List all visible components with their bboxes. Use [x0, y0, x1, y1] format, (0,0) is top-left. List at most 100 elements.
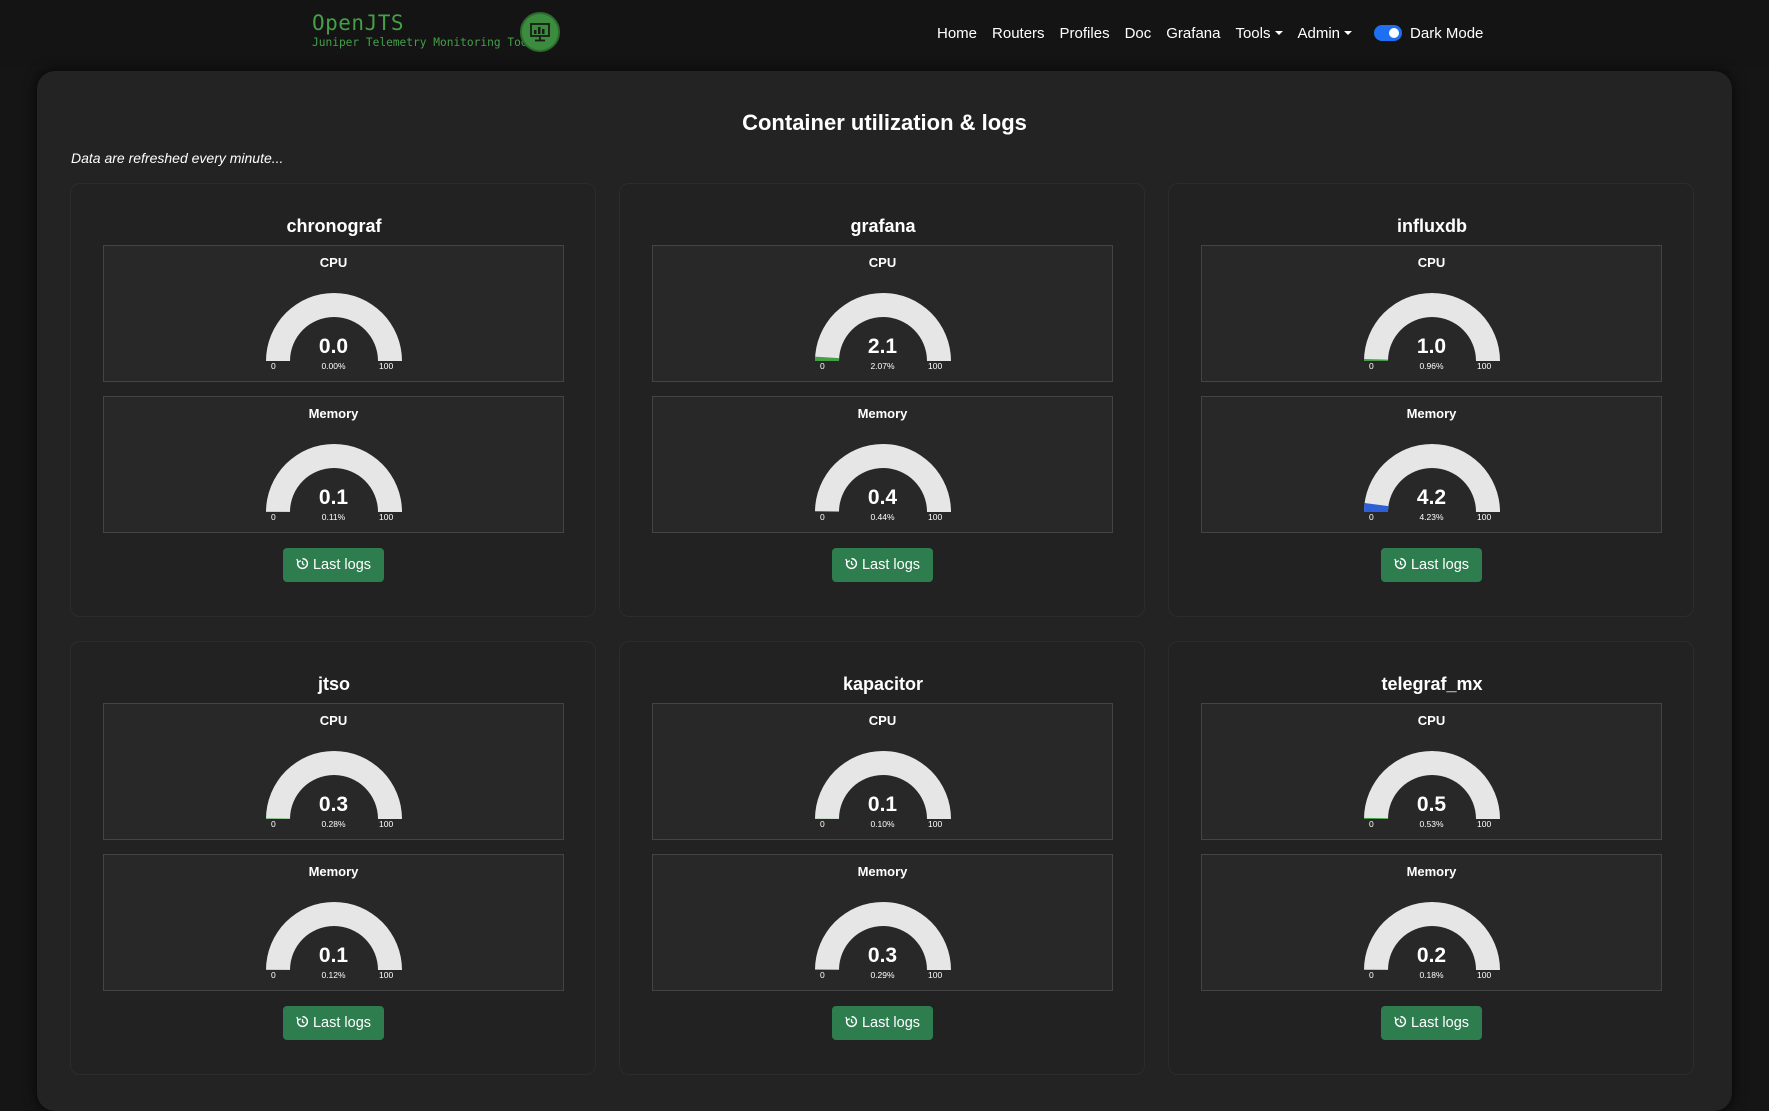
- nav-tools-dropdown[interactable]: Tools: [1235, 25, 1282, 42]
- cpu-panel: CPU 2.1 2.07%0 100: [652, 245, 1113, 382]
- memory-panel: Memory0.30.29%0100: [652, 854, 1113, 991]
- container-name: grafana: [620, 216, 1146, 237]
- cpu-panel: CPU 0.1 0.10%0 100: [652, 703, 1113, 840]
- nav-admin-dropdown[interactable]: Admin: [1298, 25, 1353, 42]
- container-card: kapacitorCPU0.10.10%0100Memory0.30.29%01…: [619, 641, 1145, 1075]
- nav-doc[interactable]: Doc: [1125, 25, 1152, 42]
- container-name: influxdb: [1169, 216, 1695, 237]
- cpu-panel-title: CPU: [653, 255, 1112, 270]
- monitor-chart-icon[interactable]: [520, 12, 560, 52]
- cpu-panel: CPU1.00.96%0100: [1201, 245, 1662, 382]
- caret-down-icon: [1275, 31, 1283, 35]
- gauge-min-label: 0: [1369, 361, 1374, 371]
- memory-panel: Memory4.24.23%0100: [1201, 396, 1662, 533]
- memory-panel: Memory0.40.44%0100: [652, 396, 1113, 533]
- cpu-panel-title: CPU: [1202, 713, 1661, 728]
- gauge-max-label: 100: [1477, 970, 1491, 980]
- last-logs-button[interactable]: Last logs: [832, 548, 933, 582]
- gauge-min-label: 0: [271, 361, 276, 371]
- history-icon: [296, 1015, 309, 1032]
- memory-percent: 4.23%: [1202, 512, 1661, 522]
- memory-panel: Memory0.10.12%0100: [103, 854, 564, 991]
- toggle-knob: [1389, 28, 1399, 38]
- caret-down-icon: [1344, 31, 1352, 35]
- last-logs-button[interactable]: Last logs: [1381, 1006, 1482, 1040]
- gauge-min-label: 0: [271, 970, 276, 980]
- cpu-value: 0.3: [104, 793, 563, 817]
- memory-panel: Memory0.20.18%0100: [1201, 854, 1662, 991]
- last-logs-label: Last logs: [1411, 1015, 1469, 1031]
- cpu-panel: CPU 0.0 0.00%0 100: [103, 245, 564, 382]
- gauge-min-label: 0: [820, 970, 825, 980]
- memory-percent: 0.29%: [653, 970, 1112, 980]
- cpu-percent: 0.96%: [1202, 361, 1661, 371]
- container-name: telegraf_mx: [1169, 674, 1695, 695]
- memory-panel-title: Memory: [1202, 864, 1661, 879]
- cpu-percent: 2.07%: [653, 361, 1112, 371]
- history-icon: [296, 557, 309, 574]
- memory-panel-title: Memory: [104, 864, 563, 879]
- gauge-min-label: 0: [1369, 970, 1374, 980]
- last-logs-label: Last logs: [862, 1015, 920, 1031]
- cpu-value: 0.1: [653, 793, 1112, 817]
- navbar: OpenJTS Juniper Telemetry Monitoring Too…: [0, 0, 1769, 66]
- memory-percent: 0.11%: [104, 512, 563, 522]
- last-logs-button[interactable]: Last logs: [1381, 548, 1482, 582]
- memory-percent: 0.18%: [1202, 970, 1661, 980]
- cpu-panel-title: CPU: [104, 713, 563, 728]
- container-card: jtsoCPU0.30.28%0100Memory0.10.12%0100Las…: [70, 641, 596, 1075]
- container-card: grafanaCPU2.12.07%0100Memory0.40.44%0100…: [619, 183, 1145, 617]
- cpu-percent: 0.00%: [104, 361, 563, 371]
- gauge-max-label: 100: [1477, 361, 1491, 371]
- gauge-min-label: 0: [271, 819, 276, 829]
- cpu-panel-title: CPU: [1202, 255, 1661, 270]
- memory-value: 0.1: [104, 944, 563, 968]
- gauge-max-label: 100: [928, 361, 942, 371]
- container-card: chronografCPU0.00.00%0100Memory0.10.11%0…: [70, 183, 596, 617]
- memory-percent: 0.12%: [104, 970, 563, 980]
- nav-profiles[interactable]: Profiles: [1060, 25, 1110, 42]
- container-name: kapacitor: [620, 674, 1146, 695]
- main-nav: Home Routers Profiles Doc Grafana Tools …: [937, 22, 1483, 44]
- nav-tools-label: Tools: [1235, 25, 1270, 42]
- gauge-min-label: 0: [820, 361, 825, 371]
- page-title: Container utilization & logs: [37, 110, 1732, 136]
- nav-home[interactable]: Home: [937, 25, 977, 42]
- gauge-min-label: 0: [1369, 819, 1374, 829]
- brand[interactable]: OpenJTS Juniper Telemetry Monitoring Too…: [312, 11, 534, 50]
- dark-mode-toggle[interactable]: [1374, 25, 1402, 41]
- gauge-max-label: 100: [379, 361, 393, 371]
- refresh-note: Data are refreshed every minute...: [71, 150, 283, 166]
- last-logs-button[interactable]: Last logs: [283, 1006, 384, 1040]
- gauge-max-label: 100: [928, 819, 942, 829]
- cpu-panel-title: CPU: [104, 255, 563, 270]
- history-icon: [1394, 557, 1407, 574]
- memory-value: 0.3: [653, 944, 1112, 968]
- history-icon: [845, 1015, 858, 1032]
- gauge-min-label: 0: [1369, 512, 1374, 522]
- gauge-min-label: 0: [820, 512, 825, 522]
- gauge-min-label: 0: [820, 819, 825, 829]
- gauge-max-label: 100: [1477, 512, 1491, 522]
- nav-grafana[interactable]: Grafana: [1166, 25, 1220, 42]
- cpu-panel: CPU0.30.28%0100: [103, 703, 564, 840]
- container-card: telegraf_mxCPU0.50.53%0100Memory0.20.18%…: [1168, 641, 1694, 1075]
- last-logs-button[interactable]: Last logs: [283, 548, 384, 582]
- memory-percent: 0.44%: [653, 512, 1112, 522]
- memory-panel-title: Memory: [653, 406, 1112, 421]
- cpu-percent: 0.28%: [104, 819, 563, 829]
- memory-value: 4.2: [1202, 486, 1661, 510]
- nav-routers[interactable]: Routers: [992, 25, 1045, 42]
- last-logs-label: Last logs: [313, 1015, 371, 1031]
- cpu-value: 0.0: [104, 335, 563, 359]
- cpu-panel-title: CPU: [653, 713, 1112, 728]
- last-logs-button[interactable]: Last logs: [832, 1006, 933, 1040]
- memory-panel-title: Memory: [104, 406, 563, 421]
- gauge-max-label: 100: [928, 970, 942, 980]
- cpu-value: 2.1: [653, 335, 1112, 359]
- cpu-percent: 0.10%: [653, 819, 1112, 829]
- gauge-max-label: 100: [379, 512, 393, 522]
- main-card: Container utilization & logs Data are re…: [37, 71, 1732, 1111]
- cpu-percent: 0.53%: [1202, 819, 1661, 829]
- history-icon: [845, 557, 858, 574]
